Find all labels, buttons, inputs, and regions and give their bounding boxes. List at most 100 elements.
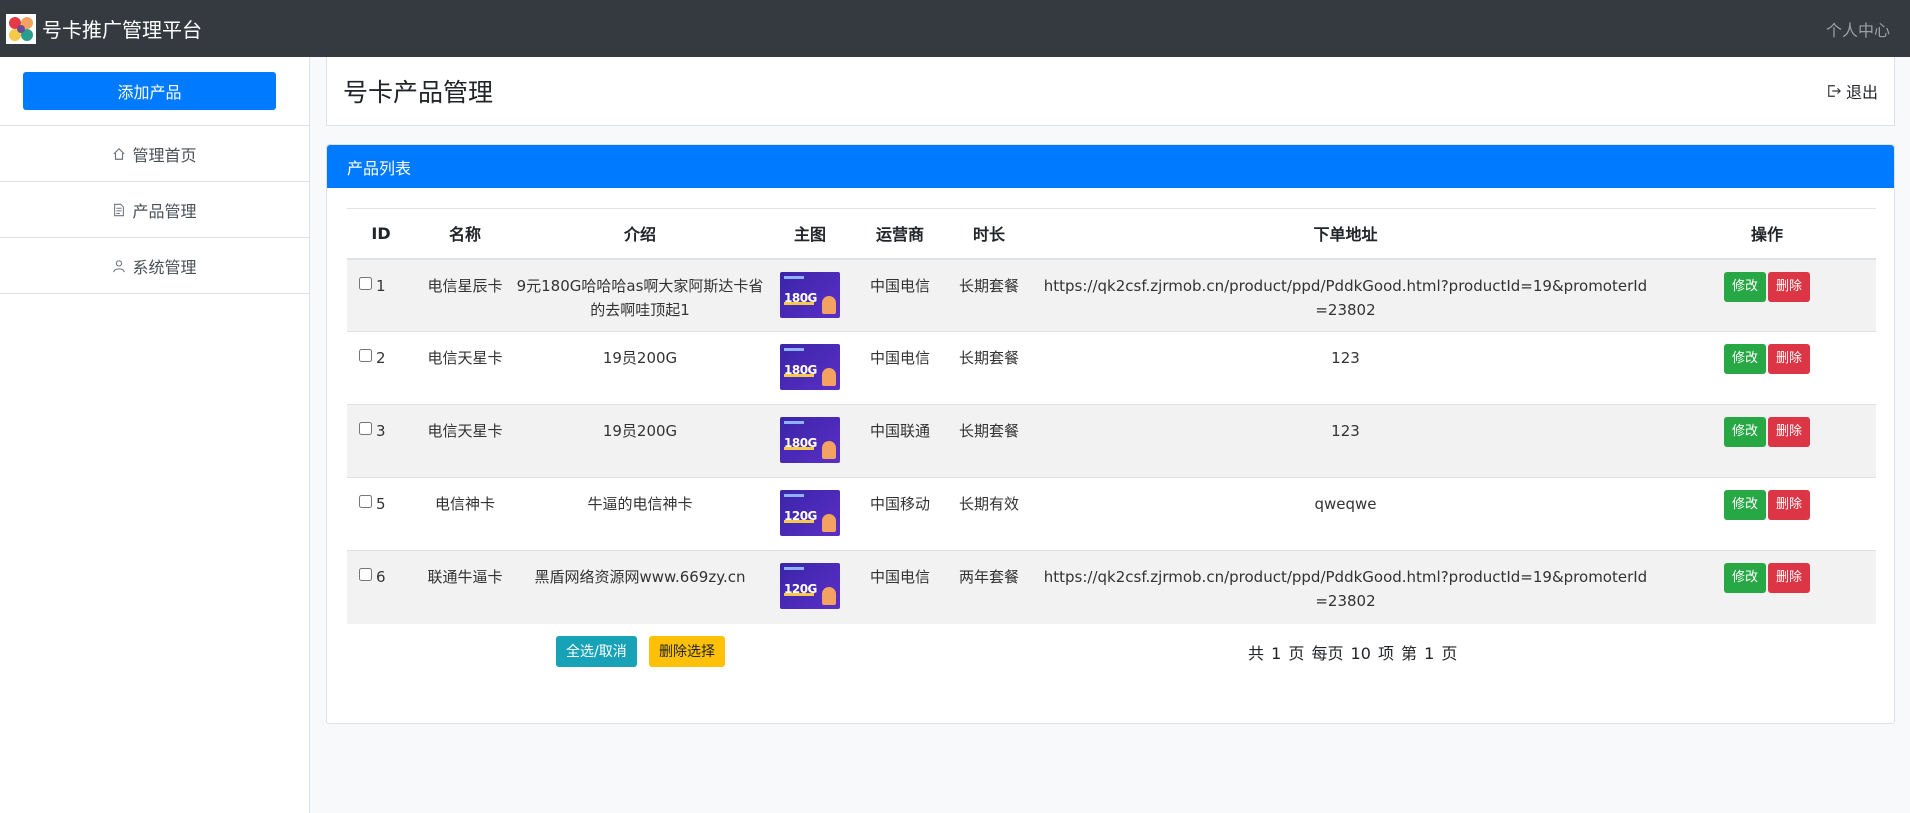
- row-id: 1: [376, 276, 386, 295]
- column-header-actions: 操作: [1658, 208, 1876, 260]
- name-cell: 电信神卡: [415, 477, 515, 551]
- delete-button[interactable]: 删除: [1768, 417, 1811, 447]
- user-icon: [113, 259, 126, 272]
- sidebar: 添加产品 管理首页 产品管理 系统管理: [0, 57, 310, 813]
- thumbnail-label: 120G: [784, 509, 817, 523]
- delete-selected-button[interactable]: 删除选择: [649, 635, 725, 667]
- sidebar-item-products[interactable]: 产品管理: [0, 182, 309, 238]
- table-row: 3 电信天星卡 19员200G 180G 中国联通 长期套餐 123 修改 删除: [347, 404, 1876, 478]
- id-cell: 3: [347, 404, 415, 478]
- intro-cell: 9元180G哈哈哈as啊大家阿斯达卡省的去啊哇顶起1: [515, 258, 765, 332]
- name-cell: 电信天星卡: [415, 331, 515, 405]
- delete-button[interactable]: 删除: [1768, 563, 1811, 593]
- table-row: 5 电信神卡 牛逼的电信神卡 120G 中国移动 长期有效 qweqwe 修改删…: [347, 477, 1876, 551]
- row-checkbox[interactable]: [359, 276, 372, 290]
- name-cell: 联通牛逼卡: [415, 550, 515, 624]
- name-cell: 电信天星卡: [415, 404, 515, 478]
- table-row: 1 电信星辰卡 9元180G哈哈哈as啊大家阿斯达卡省的去啊哇顶起1 180G …: [347, 258, 1876, 332]
- logout-icon: [1828, 85, 1841, 97]
- home-icon: [113, 147, 126, 160]
- product-thumbnail[interactable]: 180G: [780, 417, 840, 463]
- intro-cell: 黑盾网络资源网www.669zy.cn: [515, 550, 765, 624]
- image-cell: 120G: [765, 550, 855, 624]
- thumbnail-label: 180G: [784, 363, 817, 377]
- delete-button[interactable]: 删除: [1768, 344, 1811, 374]
- page-header: 号卡产品管理 退出: [326, 57, 1895, 126]
- image-cell: 180G: [765, 331, 855, 405]
- actions-cell: 修改 删除: [1658, 258, 1876, 332]
- edit-button[interactable]: 修改: [1723, 490, 1766, 520]
- user-center-link[interactable]: 个人中心: [1826, 17, 1890, 41]
- delete-button[interactable]: 删除: [1768, 490, 1811, 520]
- card-body: ID 名称 介绍 主图 运营商 时长 下单地址 操作 1 电信星辰卡 9元180…: [327, 188, 1894, 684]
- card-title: 产品列表: [327, 145, 1894, 188]
- image-cell: 180G: [765, 404, 855, 478]
- product-table: ID 名称 介绍 主图 运营商 时长 下单地址 操作 1 电信星辰卡 9元180…: [347, 208, 1876, 624]
- intro-cell: 19员200G: [515, 331, 765, 405]
- row-checkbox[interactable]: [359, 495, 372, 508]
- sidebar-item-home[interactable]: 管理首页: [0, 126, 309, 182]
- operator-cell: 中国电信: [855, 550, 945, 624]
- table-footer: 全选/取消 删除选择 共 1 页 每页 10 项 第 1 页: [347, 624, 1874, 684]
- id-cell: 1: [347, 258, 415, 332]
- select-all-button[interactable]: 全选/取消: [556, 635, 637, 667]
- row-id: 6: [376, 568, 386, 586]
- url-cell: https://qk2csf.zjrmob.cn/product/ppd/Pdd…: [1033, 550, 1658, 624]
- delete-button[interactable]: 删除: [1768, 271, 1811, 302]
- sidebar-nav: 管理首页 产品管理 系统管理: [0, 125, 309, 294]
- id-cell: 2: [347, 331, 415, 405]
- operator-cell: 中国联通: [855, 404, 945, 478]
- image-cell: 120G: [765, 477, 855, 551]
- thumbnail-label: 180G: [784, 436, 817, 450]
- actions-cell: 修改 删除: [1658, 404, 1876, 478]
- thumbnail-label: 120G: [784, 582, 817, 596]
- edit-button[interactable]: 修改: [1723, 271, 1766, 302]
- row-checkbox[interactable]: [359, 422, 372, 435]
- column-header-operator: 运营商: [855, 208, 945, 260]
- column-header-url: 下单地址: [1033, 208, 1658, 260]
- intro-cell: 牛逼的电信神卡: [515, 477, 765, 551]
- product-list-card: 产品列表 ID 名称 介绍 主图 运营商 时长 下单地址 操作 1 电信星辰卡 …: [326, 144, 1895, 724]
- logout-link[interactable]: 退出: [1827, 79, 1878, 103]
- url-cell: 123: [1033, 331, 1658, 405]
- pagination-info: 共 1 页 每页 10 项 第 1 页: [1248, 643, 1458, 663]
- product-thumbnail[interactable]: 180G: [780, 344, 840, 390]
- table-header-row: ID 名称 介绍 主图 运营商 时长 下单地址 操作: [347, 208, 1876, 260]
- sidebar-item-system[interactable]: 系统管理: [0, 238, 309, 294]
- url-cell: 123: [1033, 404, 1658, 478]
- sidebar-item-label: 产品管理: [132, 201, 197, 221]
- brand[interactable]: 号卡推广管理平台: [6, 13, 202, 44]
- document-icon: [114, 203, 125, 216]
- operator-cell: 中国移动: [855, 477, 945, 551]
- edit-button[interactable]: 修改: [1723, 563, 1766, 593]
- duration-cell: 长期有效: [945, 477, 1033, 551]
- product-thumbnail[interactable]: 120G: [780, 563, 840, 609]
- actions-cell: 修改 删除: [1658, 477, 1876, 551]
- edit-button[interactable]: 修改: [1723, 417, 1766, 447]
- table-row: 6 联通牛逼卡 黑盾网络资源网www.669zy.cn 120G 中国电信 两年…: [347, 550, 1876, 624]
- column-header-id: ID: [347, 208, 415, 260]
- row-checkbox[interactable]: [359, 568, 372, 581]
- operator-cell: 中国电信: [855, 258, 945, 332]
- name-cell: 电信星辰卡: [415, 258, 515, 332]
- actions-cell: 修改 删除: [1658, 331, 1876, 405]
- url-cell: qweqwe: [1033, 477, 1658, 551]
- edit-button[interactable]: 修改: [1723, 344, 1766, 374]
- duration-cell: 长期套餐: [945, 331, 1033, 405]
- duration-cell: 两年套餐: [945, 550, 1033, 624]
- product-thumbnail[interactable]: 120G: [780, 490, 840, 536]
- row-id: 2: [376, 349, 386, 367]
- column-header-image: 主图: [765, 208, 855, 260]
- column-header-name: 名称: [415, 208, 515, 260]
- product-thumbnail[interactable]: 180G: [780, 271, 840, 318]
- table-row: 2 电信天星卡 19员200G 180G 中国电信 长期套餐 123 修改 删除: [347, 331, 1876, 405]
- actions-cell: 修改 删除: [1658, 550, 1876, 624]
- id-cell: 5: [347, 477, 415, 551]
- thumbnail-label: 180G: [784, 290, 817, 305]
- add-product-button[interactable]: 添加产品: [23, 72, 276, 110]
- column-header-intro: 介绍: [515, 208, 765, 260]
- operator-cell: 中国电信: [855, 331, 945, 405]
- url-cell: https://qk2csf.zjrmob.cn/product/ppd/Pdd…: [1033, 258, 1658, 332]
- row-id: 5: [376, 495, 386, 513]
- row-checkbox[interactable]: [359, 349, 372, 362]
